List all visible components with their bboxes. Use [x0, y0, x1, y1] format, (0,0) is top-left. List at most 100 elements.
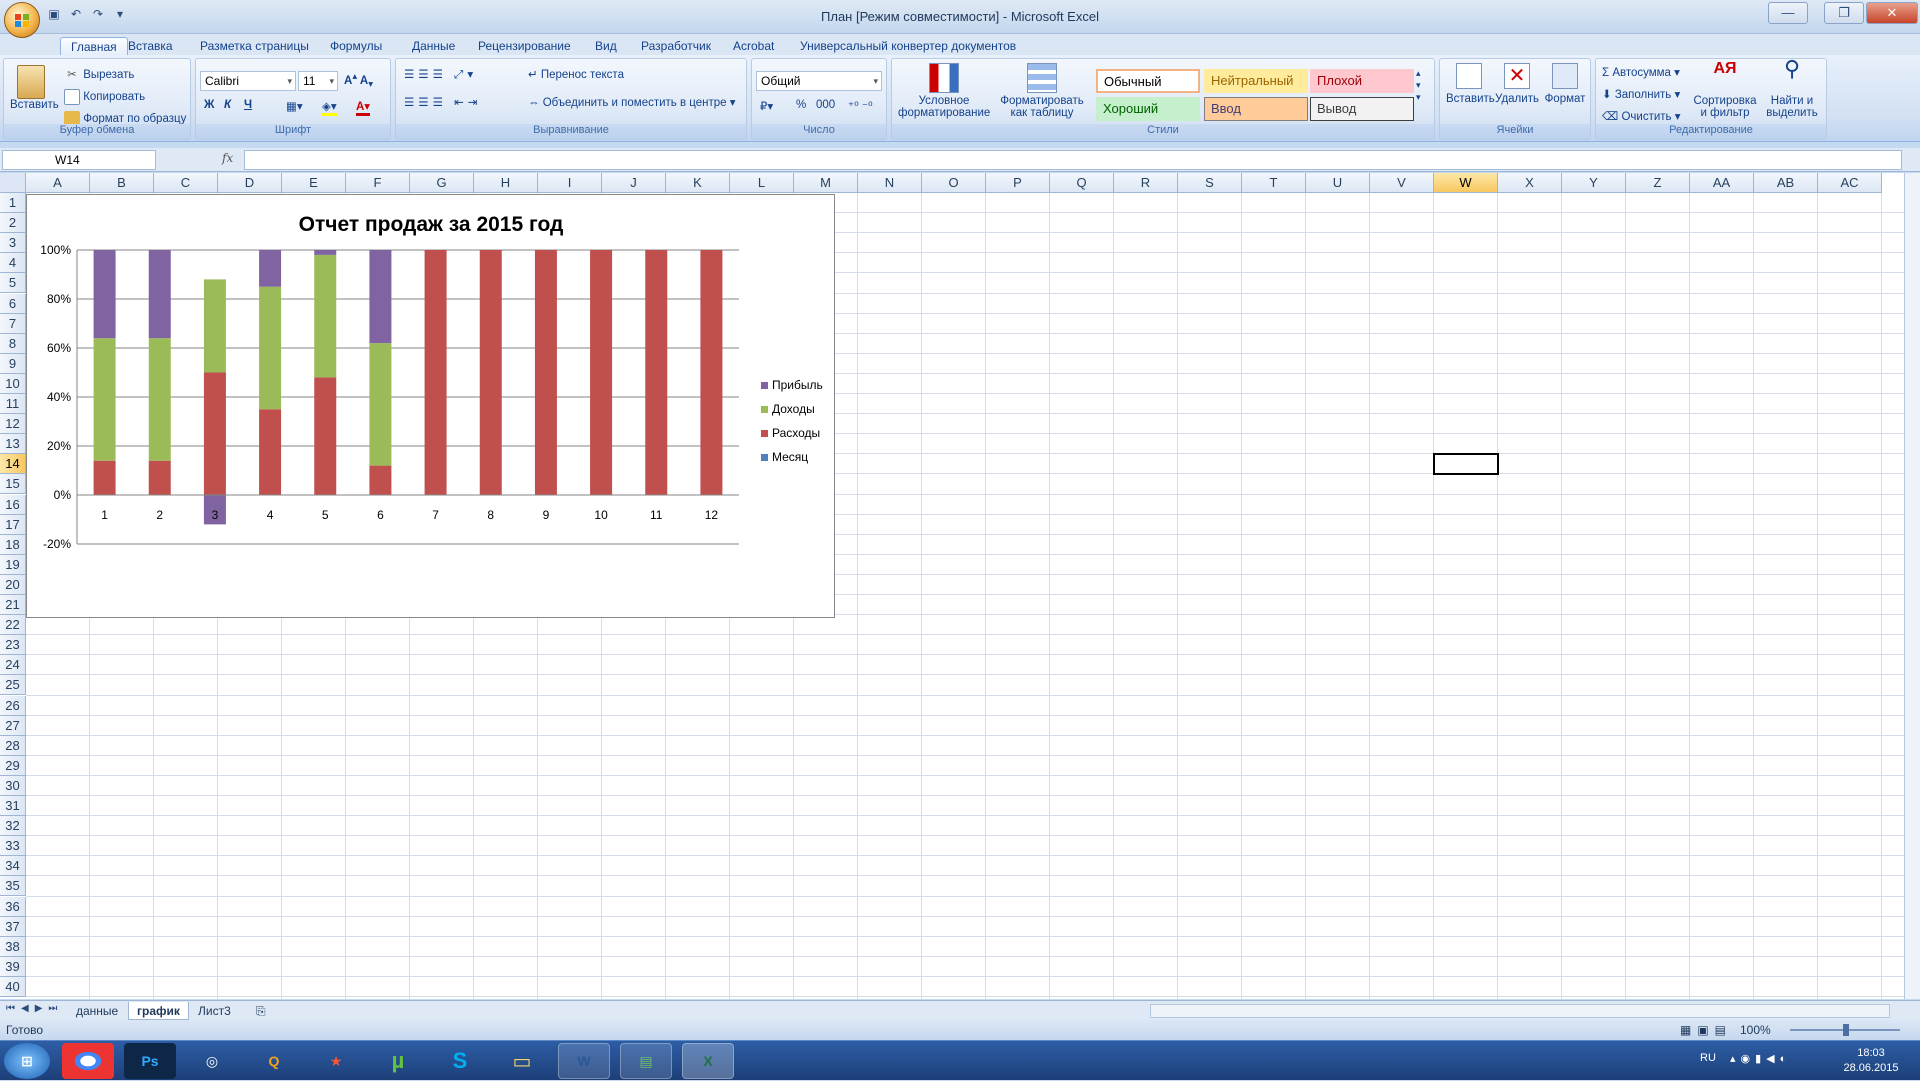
chrome-icon[interactable]: [62, 1043, 114, 1079]
sort-filter-button[interactable]: АЯ Сортировка и фильтр: [1692, 61, 1758, 120]
row-header[interactable]: 13: [0, 434, 26, 455]
worksheet-grid[interactable]: A B C D E F G H I J K L M N O P Q R S T U V W X Y Z AA AB AC 1 2 3 4 5 6 7 8…: [0, 173, 1904, 999]
paste-button[interactable]: Вставить: [10, 65, 59, 111]
column-header[interactable]: K: [666, 173, 730, 193]
column-header[interactable]: N: [858, 173, 922, 193]
column-header[interactable]: X: [1498, 173, 1562, 193]
bookmark-app-icon[interactable]: ★: [310, 1043, 362, 1079]
excel-icon[interactable]: X: [682, 1043, 734, 1079]
row-header[interactable]: 25: [0, 675, 26, 696]
column-header[interactable]: Y: [1562, 173, 1626, 193]
row-header[interactable]: 5: [0, 273, 26, 294]
cell-style-0[interactable]: Обычный: [1096, 69, 1200, 93]
fx-icon[interactable]: fx: [222, 151, 233, 165]
format-as-table-button[interactable]: Форматировать как таблицу: [994, 63, 1090, 119]
row-header[interactable]: 37: [0, 916, 26, 937]
column-header[interactable]: O: [922, 173, 986, 193]
row-header[interactable]: 34: [0, 856, 26, 877]
row-header[interactable]: 14: [0, 454, 26, 475]
row-header[interactable]: 11: [0, 394, 26, 415]
number-format-combo[interactable]: Общий: [756, 71, 882, 91]
copy-button[interactable]: Копировать: [64, 89, 145, 105]
row-header[interactable]: 32: [0, 816, 26, 837]
row-header[interactable]: 10: [0, 373, 26, 394]
clock-date[interactable]: 28.06.2015: [1836, 1062, 1906, 1074]
column-header[interactable]: Q: [1050, 173, 1114, 193]
styles-scroll-icon[interactable]: ▴ ▾ ▾: [1416, 67, 1421, 103]
italic-button[interactable]: К: [224, 99, 231, 111]
fill-color-icon[interactable]: ◈▾: [322, 99, 337, 116]
grow-font-icon[interactable]: A▴ A▾: [344, 71, 373, 90]
currency-icon[interactable]: ₽▾: [760, 99, 773, 113]
select-all-corner[interactable]: [0, 173, 26, 193]
font-size-combo[interactable]: 11: [298, 71, 338, 91]
row-header[interactable]: 18: [0, 534, 26, 555]
cell-style-3[interactable]: Хороший: [1096, 97, 1200, 121]
column-header[interactable]: H: [474, 173, 538, 193]
column-header[interactable]: Z: [1626, 173, 1690, 193]
row-header[interactable]: 39: [0, 956, 26, 977]
row-header[interactable]: 38: [0, 936, 26, 957]
vertical-scrollbar[interactable]: [1904, 173, 1920, 999]
language-indicator[interactable]: RU: [1700, 1052, 1716, 1064]
tray-icons[interactable]: ▴◉▮◀◐: [1730, 1052, 1791, 1065]
tab-3[interactable]: Формулы: [320, 37, 392, 56]
column-header[interactable]: E: [282, 173, 346, 193]
merge-center-button[interactable]: ⇔ Объединить и поместить в центре ▾: [528, 95, 736, 109]
utorrent-icon[interactable]: µ: [372, 1043, 424, 1079]
format-cells-button[interactable]: Формат: [1542, 63, 1588, 105]
tab-1[interactable]: Вставка: [118, 37, 183, 56]
sheet-tab[interactable]: Лист3: [190, 1002, 239, 1020]
row-header[interactable]: 4: [0, 253, 26, 274]
column-header[interactable]: R: [1114, 173, 1178, 193]
column-header[interactable]: T: [1242, 173, 1306, 193]
column-header[interactable]: F: [346, 173, 410, 193]
column-header[interactable]: D: [218, 173, 282, 193]
find-select-button[interactable]: ⚲ Найти и выделить: [1760, 58, 1824, 120]
qip-icon[interactable]: Q: [248, 1043, 300, 1079]
column-header[interactable]: B: [90, 173, 154, 193]
row-header[interactable]: 2: [0, 213, 26, 234]
photoshop-icon[interactable]: Ps: [124, 1043, 176, 1079]
minimize-button[interactable]: —: [1768, 2, 1808, 24]
column-header[interactable]: G: [410, 173, 474, 193]
clock-time[interactable]: 18:03: [1836, 1047, 1906, 1059]
chart-object[interactable]: Отчет продаж за 2015 год -20% 0% 20% 40% 60% 8…: [26, 194, 835, 618]
row-header[interactable]: 36: [0, 896, 26, 917]
column-header[interactable]: AB: [1754, 173, 1818, 193]
row-header[interactable]: 6: [0, 293, 26, 314]
vertical-align-icons[interactable]: ☰☰☰ ⤢▾: [404, 67, 477, 82]
cell-style-1[interactable]: Нейтральный: [1204, 69, 1308, 93]
row-header[interactable]: 40: [0, 976, 26, 997]
row-header[interactable]: 1: [0, 193, 26, 214]
cell-style-4[interactable]: Ввод: [1204, 97, 1308, 121]
row-header[interactable]: 3: [0, 233, 26, 254]
row-header[interactable]: 33: [0, 836, 26, 857]
horizontal-align-icons[interactable]: ☰☰☰ ⇤⇥: [404, 95, 481, 109]
underline-button[interactable]: Ч: [244, 99, 252, 111]
row-header[interactable]: 30: [0, 775, 26, 796]
office-button[interactable]: [4, 2, 40, 38]
column-header[interactable]: AA: [1690, 173, 1754, 193]
row-header[interactable]: 15: [0, 474, 26, 495]
column-header[interactable]: M: [794, 173, 858, 193]
restore-button[interactable]: ❐: [1824, 2, 1864, 24]
view-mode-icons[interactable]: ▦▣▤: [1680, 1020, 1732, 1040]
font-color-icon[interactable]: A▾: [356, 99, 371, 116]
zoom-level[interactable]: 100%: [1740, 1020, 1771, 1040]
sheet-tab[interactable]: данные: [68, 1002, 126, 1020]
start-button[interactable]: ⊞: [4, 1043, 50, 1079]
sheet-nav-icons[interactable]: ⏮◀▶⏭: [6, 1003, 63, 1014]
row-header[interactable]: 8: [0, 333, 26, 354]
insert-sheet-icon[interactable]: ⎘: [248, 1002, 274, 1020]
cell-style-5[interactable]: Вывод: [1310, 97, 1414, 121]
decimal-icons[interactable]: ⁺⁰ ⁻⁰: [848, 99, 873, 113]
row-header[interactable]: 26: [0, 695, 26, 716]
row-header[interactable]: 16: [0, 494, 26, 515]
sheet-tab[interactable]: график: [128, 1002, 189, 1020]
task-manager-icon[interactable]: ▤: [620, 1043, 672, 1079]
tab-6[interactable]: Вид: [585, 37, 627, 56]
column-header[interactable]: C: [154, 173, 218, 193]
column-header[interactable]: A: [26, 173, 90, 193]
column-header[interactable]: AC: [1818, 173, 1882, 193]
